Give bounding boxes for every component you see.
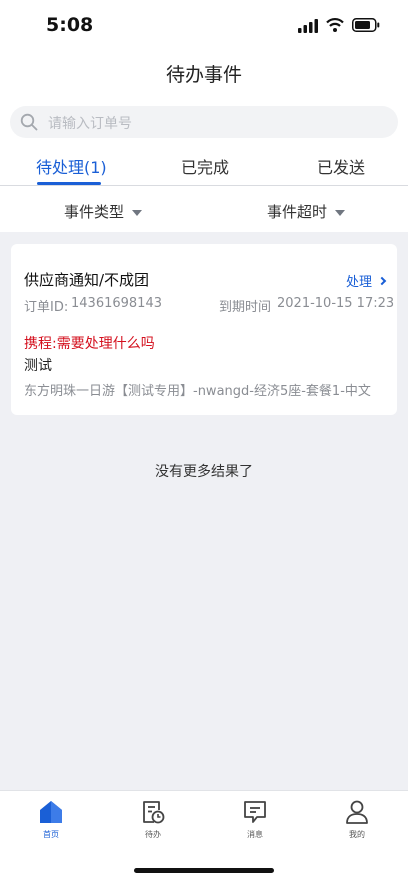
tabbar-item-profile[interactable]: 我的 — [327, 799, 387, 840]
tab-active-indicator — [37, 182, 101, 185]
home-icon — [40, 801, 62, 823]
tabbar-label-todo: 待办 — [145, 830, 161, 839]
tabbar-label-profile: 我的 — [349, 830, 365, 839]
status-time: 5:08 — [46, 14, 94, 36]
tabbar-label-home: 首页 — [43, 830, 59, 839]
search-bar[interactable]: 请输入订单号 — [10, 106, 398, 138]
tabbar-item-messages[interactable]: 消息 — [225, 799, 285, 840]
status-bar: 5:08 — [0, 0, 408, 50]
tabbar-item-todo[interactable]: 待办 — [123, 799, 183, 840]
process-button[interactable]: 处理 — [345, 271, 387, 290]
cellular-signal-icon — [298, 19, 318, 33]
chevron-right-icon — [377, 276, 387, 285]
event-title: 供应商通知/不成团 — [24, 271, 150, 289]
tabbar-item-home[interactable]: 首页 — [21, 799, 81, 840]
tab-sent[interactable]: 已发送 — [317, 154, 365, 178]
due-time-value: 2021-10-15 17:23 — [277, 296, 395, 311]
order-id-label: 订单ID: — [24, 300, 69, 315]
no-more-results: 没有更多结果了 — [155, 464, 253, 480]
filter-event-type-label: 事件类型 — [64, 203, 125, 221]
due-time-label: 到期时间 — [219, 300, 272, 315]
top-area: 5:08 待办事件 请输入订单号 待处理(1) 已完成 已发送 事件类型 事件超… — [0, 0, 408, 232]
process-button-label: 处理 — [345, 275, 372, 290]
wifi-icon — [326, 18, 344, 32]
filter-event-timeout[interactable]: 事件超时 — [267, 201, 346, 222]
todo-clock-icon — [143, 801, 165, 824]
battery-icon — [352, 18, 380, 32]
tab-completed[interactable]: 已完成 — [181, 154, 229, 178]
filter-event-type[interactable]: 事件类型 — [64, 201, 143, 222]
home-indicator — [134, 868, 274, 873]
search-icon — [20, 113, 38, 131]
order-id-value: 14361698143 — [71, 296, 162, 311]
search-input[interactable]: 请输入订单号 — [48, 113, 132, 133]
page-title: 待办事件 — [165, 64, 242, 86]
tabbar-label-messages: 消息 — [247, 830, 263, 839]
profile-icon — [346, 800, 368, 824]
filter-bar: 事件类型 事件超时 — [0, 186, 408, 232]
event-message-body: 测试 — [24, 358, 52, 374]
status-tabs: 待处理(1) 已完成 已发送 — [0, 150, 408, 186]
filter-event-timeout-label: 事件超时 — [267, 203, 328, 221]
event-card[interactable]: 供应商通知/不成团 处理 订单ID: 14361698143 到期时间 2021… — [11, 244, 397, 415]
caret-down-icon — [132, 209, 143, 216]
caret-down-icon — [335, 209, 346, 216]
product-name: 东方明珠一日游【测试专用】-nwangd-经济5座-套餐1-中文 — [24, 384, 371, 399]
tab-pending[interactable]: 待处理(1) — [36, 154, 107, 178]
message-icon — [244, 801, 266, 823]
event-message-alert: 携程:需要处理什么吗 — [24, 336, 155, 352]
